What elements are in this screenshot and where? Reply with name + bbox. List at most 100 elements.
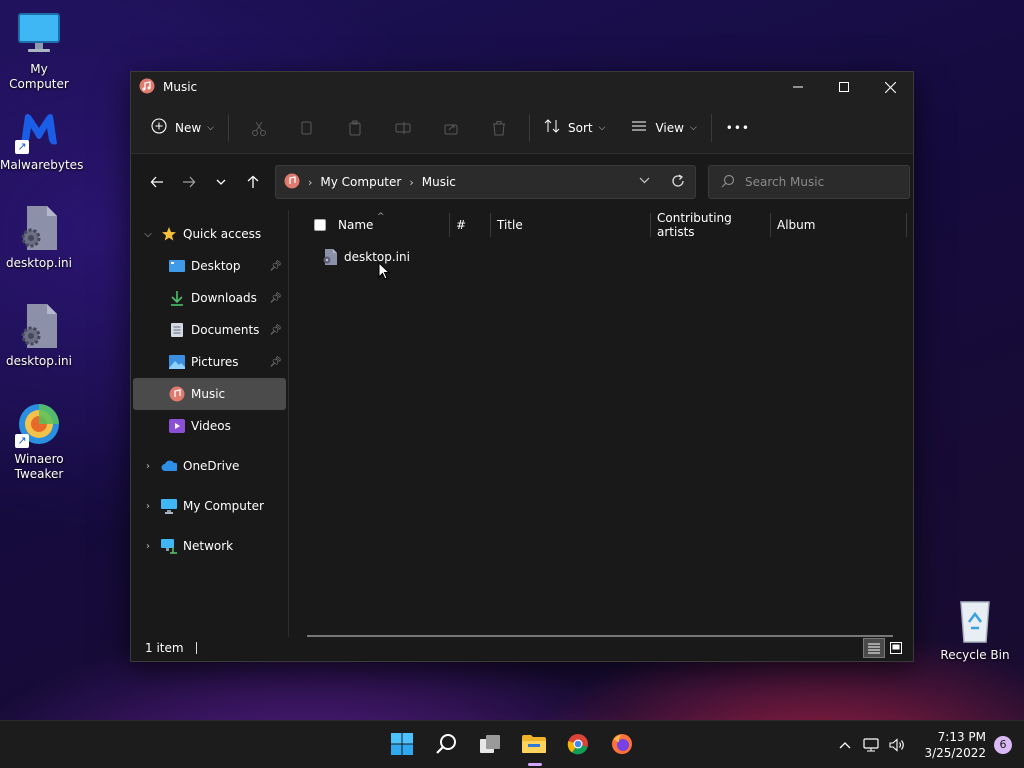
address-dropdown-chevron-icon[interactable] [627,175,661,189]
desktop-icon-malwarebytes[interactable]: ↗ Malwarebytes [0,106,83,173]
start-button[interactable] [380,721,424,768]
search-box[interactable] [708,165,910,199]
forward-arrow-icon[interactable] [173,166,205,198]
plus-circle-icon [151,118,167,137]
toolbar-divider [228,113,230,142]
more-options-button[interactable]: ••• [718,110,758,146]
taskbar: 7:13 PM 3/25/2022 6 [0,720,1024,768]
sidebar-item-pictures[interactable]: Pictures 📌︎ [133,346,286,378]
pictures-icon [169,354,185,370]
breadcrumb-my-computer[interactable]: My Computer [320,175,401,189]
firefox-icon [611,733,633,758]
minimize-button[interactable] [775,72,821,102]
sidebar-item-label: Quick access [183,227,262,241]
show-hidden-icons-chevron-icon[interactable] [832,741,858,749]
sidebar-item-onedrive[interactable]: › OneDrive [133,450,286,482]
sort-button[interactable]: Sort ⌵ [536,110,613,146]
sidebar-item-documents[interactable]: Documents 📌︎ [133,314,286,346]
cut-icon[interactable] [235,110,283,146]
expand-chevron-icon[interactable]: › [141,541,155,552]
pin-icon[interactable]: 📌︎ [269,325,282,336]
delete-icon[interactable] [475,110,523,146]
copy-icon[interactable] [283,110,331,146]
desktop-icon-recycle-bin[interactable]: Recycle Bin [936,596,1014,663]
mouse-pointer-icon [378,261,391,283]
address-bar[interactable]: › My Computer › Music [275,165,696,199]
cloud-icon [161,458,177,474]
rename-icon[interactable] [379,110,427,146]
title-bar[interactable]: Music [131,72,913,102]
column-header-contributing-artists[interactable]: Contributing artists [651,211,771,239]
chevron-down-icon: ⌵ [598,122,606,133]
taskbar-firefox[interactable] [600,721,644,768]
volume-icon[interactable] [884,738,910,752]
sort-label: Sort [568,120,593,135]
breadcrumb-chevron-icon: › [409,175,414,189]
new-button[interactable]: New ⌵ [143,110,222,146]
pin-icon[interactable]: 📌︎ [269,357,282,368]
clock[interactable]: 7:13 PM 3/25/2022 [924,729,986,761]
toolbar-divider [710,113,712,142]
column-header-album[interactable]: Album [771,213,907,237]
sidebar-item-downloads[interactable]: Downloads 📌︎ [133,282,286,314]
task-view-button[interactable] [468,721,512,768]
task-view-icon [479,734,501,757]
sidebar-item-videos[interactable]: Videos [133,410,286,442]
up-arrow-icon[interactable] [237,166,269,198]
view-label: View [655,120,684,135]
pin-icon[interactable]: 📌︎ [269,293,282,304]
desktop-icon-desktop-ini-2[interactable]: desktop.ini [0,302,78,369]
network-icon[interactable] [858,738,884,752]
column-header-name[interactable]: Name [338,213,450,237]
desktop-icon-winaero-tweaker[interactable]: ↗ Winaero Tweaker [0,400,78,482]
windows-logo-icon [391,732,413,758]
expand-chevron-icon[interactable]: › [141,501,155,512]
expand-chevron-icon[interactable]: › [141,461,155,472]
sidebar-item-quick-access[interactable]: ⌵ Quick access [133,218,286,250]
settings-file-icon [15,302,63,350]
desktop-icon-my-computer[interactable]: My Computer [0,10,78,92]
clock-date: 3/25/2022 [924,746,986,760]
taskbar-file-explorer[interactable] [512,721,556,768]
taskbar-search-button[interactable] [424,721,468,768]
breadcrumb-music[interactable]: Music [422,175,456,189]
sidebar-item-music[interactable]: Music [133,378,286,410]
pin-icon[interactable]: 📌︎ [269,261,282,272]
paste-icon[interactable] [331,110,379,146]
sidebar-item-label: Desktop [191,259,241,273]
select-all-checkbox[interactable] [314,219,326,231]
details-view-button[interactable] [863,638,885,658]
column-header-number[interactable]: # [450,213,491,237]
chrome-icon [567,733,589,758]
desktop-icon-desktop-ini-1[interactable]: desktop.ini [0,204,78,271]
settings-file-icon [15,204,63,252]
desktop-folder-icon [169,258,185,274]
expand-chevron-icon[interactable]: ⌵ [141,229,155,240]
close-button[interactable] [867,72,913,102]
winaero-tweaker-icon: ↗ [15,400,63,448]
maximize-button[interactable] [821,72,867,102]
view-button[interactable]: View ⌵ [623,110,704,146]
refresh-icon[interactable] [661,173,695,191]
search-input[interactable] [745,175,895,189]
list-view-icon [631,118,647,137]
sidebar-item-desktop[interactable]: Desktop 📌︎ [133,250,286,282]
music-note-icon [169,386,185,402]
back-arrow-icon[interactable] [141,166,173,198]
large-icons-view-button[interactable] [885,638,907,658]
system-tray: 7:13 PM 3/25/2022 6 [832,721,1024,768]
column-header-title[interactable]: Title [491,213,651,237]
file-name[interactable]: desktop.ini [344,250,410,264]
taskbar-chrome[interactable] [556,721,600,768]
recycle-bin-icon [951,596,999,644]
desktop-icon-label: desktop.ini [6,256,72,270]
recent-locations-chevron-icon[interactable] [205,166,237,198]
sidebar-item-network[interactable]: › Network [133,530,286,562]
document-icon [169,322,185,338]
sidebar-item-my-computer[interactable]: › My Computer [133,490,286,522]
status-divider [195,642,197,654]
malwarebytes-icon: ↗ [15,106,63,154]
notification-badge[interactable]: 6 [994,736,1012,754]
chevron-down-icon: ⌵ [689,122,697,133]
share-icon[interactable] [427,110,475,146]
